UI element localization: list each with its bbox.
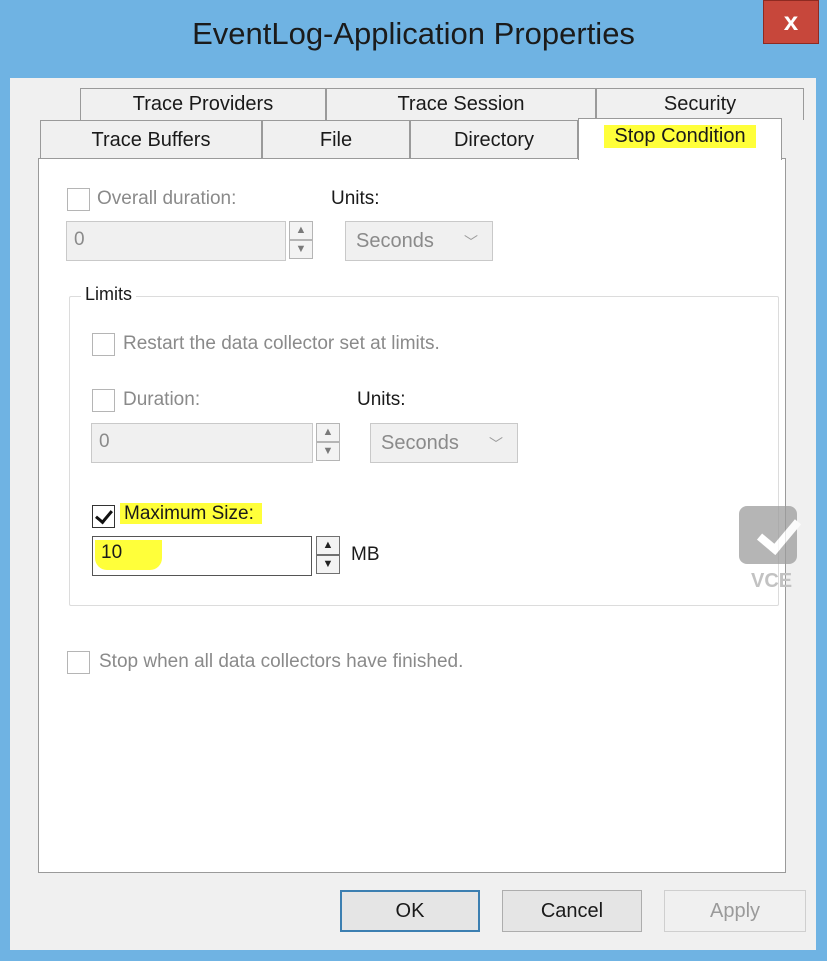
duration-units-select[interactable]: Seconds ﹀ (370, 423, 518, 463)
close-icon: x (783, 6, 799, 36)
window-title: EventLog-Application Properties (192, 16, 635, 51)
check-icon (95, 505, 113, 525)
cancel-button[interactable]: Cancel (502, 890, 642, 932)
restart-checkbox[interactable] (92, 333, 115, 356)
overall-duration-label: Overall duration: (97, 188, 237, 209)
tab-trace-buffers[interactable]: Trace Buffers (40, 120, 262, 158)
duration-input[interactable]: 0 (91, 423, 313, 463)
tab-label: Trace Session (397, 93, 525, 115)
apply-button[interactable]: Apply (664, 890, 806, 932)
maximum-size-label-text: Maximum Size: (120, 503, 262, 524)
spin-up-icon[interactable]: ▲ (289, 221, 313, 240)
overall-units-value: Seconds (356, 230, 434, 252)
stop-when-finished-label: Stop when all data collectors have finis… (99, 651, 464, 672)
stop-condition-panel: Overall duration: Units: 0 ▲ ▼ Seconds ﹀… (38, 158, 786, 873)
overall-units-select[interactable]: Seconds ﹀ (345, 221, 493, 261)
duration-value: 0 (99, 431, 110, 452)
tab-label: Security (663, 93, 737, 115)
watermark-text: VCE (751, 570, 793, 592)
watermark: VCE (727, 506, 807, 592)
limits-groupbox: Limits Restart the data collector set at… (69, 284, 779, 606)
overall-duration-checkbox[interactable] (67, 188, 90, 211)
overall-units-label: Units: (331, 188, 380, 209)
overall-duration-value: 0 (74, 229, 85, 250)
chevron-down-icon: ﹀ (489, 436, 503, 452)
limits-title: Limits (81, 284, 137, 305)
close-button[interactable]: x (763, 0, 819, 44)
tab-trace-providers[interactable]: Trace Providers (80, 88, 326, 120)
maximum-size-input[interactable]: 10 (92, 536, 312, 576)
duration-checkbox[interactable] (92, 389, 115, 412)
tab-label: Trace Buffers (91, 129, 211, 151)
spin-down-icon[interactable]: ▼ (316, 442, 340, 461)
tab-file[interactable]: File (262, 120, 410, 158)
tab-label: File (319, 129, 353, 151)
maximum-size-label: Maximum Size: (120, 503, 262, 525)
maximum-size-checkbox[interactable] (92, 505, 115, 528)
tab-directory[interactable]: Directory (410, 120, 578, 158)
tab-label: Stop Condition (604, 125, 756, 148)
title-bar[interactable]: EventLog-Application Properties x (0, 0, 827, 78)
tab-security[interactable]: Security (596, 88, 804, 120)
stop-when-finished-checkbox[interactable] (67, 651, 90, 674)
ok-button[interactable]: OK (340, 890, 480, 932)
maximum-size-value: 10 (95, 540, 163, 570)
spin-up-icon[interactable]: ▲ (316, 423, 340, 442)
duration-units-value: Seconds (381, 432, 459, 454)
tab-label: Directory (453, 129, 534, 151)
spin-down-icon[interactable]: ▼ (316, 555, 340, 574)
duration-spinner[interactable]: ▲ ▼ (316, 423, 340, 461)
tab-stop-condition[interactable]: Stop Condition (578, 118, 782, 160)
duration-label: Duration: (123, 389, 201, 410)
check-icon (739, 506, 802, 564)
tab-label: Trace Providers (132, 93, 274, 115)
chevron-down-icon: ﹀ (464, 234, 478, 250)
spin-down-icon[interactable]: ▼ (289, 240, 313, 259)
restart-label: Restart the data collector set at limits… (123, 333, 440, 354)
overall-duration-spinner[interactable]: ▲ ▼ (289, 221, 313, 259)
dialog-client: Trace Providers Trace Session Security T… (10, 78, 816, 950)
maximum-size-spinner[interactable]: ▲ ▼ (316, 536, 340, 574)
spin-up-icon[interactable]: ▲ (316, 536, 340, 555)
tab-trace-session[interactable]: Trace Session (326, 88, 596, 120)
overall-duration-input[interactable]: 0 (66, 221, 286, 261)
duration-units-label: Units: (357, 389, 406, 410)
dialog-window: EventLog-Application Properties x Trace … (0, 0, 827, 961)
maximum-size-unit: MB (351, 544, 380, 565)
